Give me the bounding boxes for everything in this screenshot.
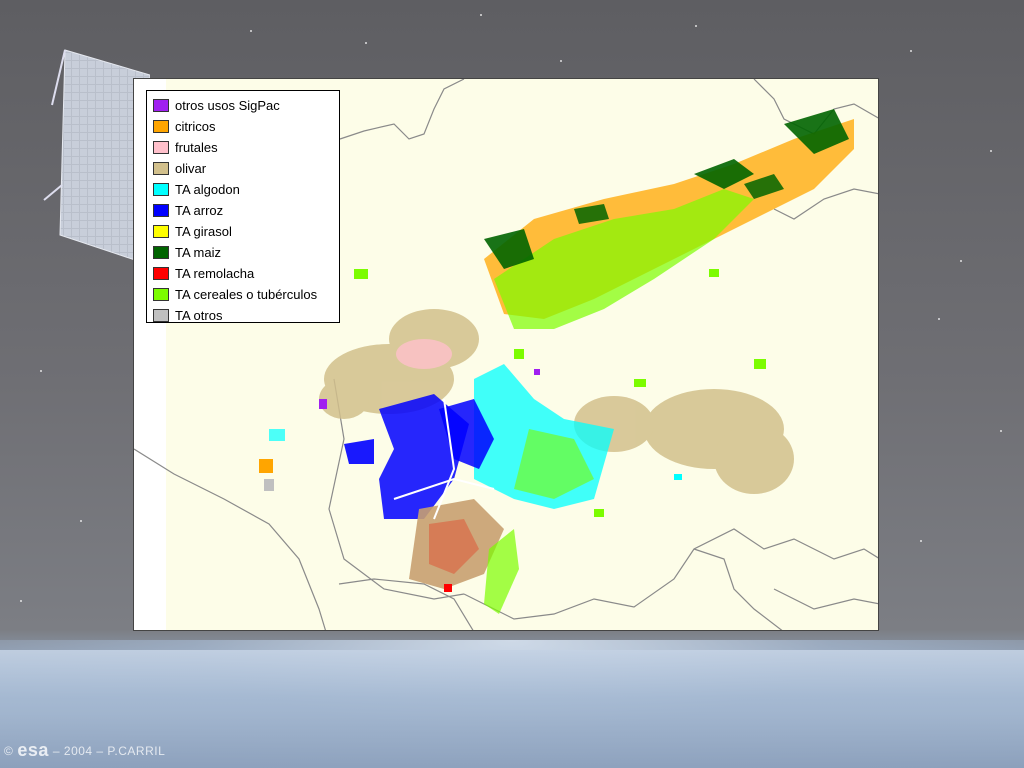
legend-label: citricos [175, 119, 216, 134]
legend-swatch [153, 267, 169, 280]
star [990, 150, 992, 152]
legend-label: TA algodon [175, 182, 240, 197]
legend-label: TA otros [175, 308, 223, 323]
frutales-areas [396, 339, 452, 369]
esa-logo: esa [17, 740, 49, 760]
star [960, 260, 962, 262]
star [560, 60, 562, 62]
esa-credit: © esa – 2004 – P.CARRIL [4, 740, 165, 761]
legend-swatch [153, 120, 169, 133]
legend-swatch [153, 162, 169, 175]
legend-item-frutales: frutales [153, 137, 339, 158]
legend-label: otros usos SigPac [175, 98, 280, 113]
star [1000, 430, 1002, 432]
star [40, 370, 42, 372]
legend-item-girasol: TA girasol [153, 221, 339, 242]
legend-item-algodon: TA algodon [153, 179, 339, 200]
legend-swatch [153, 309, 169, 322]
legend-swatch [153, 204, 169, 217]
star [938, 318, 940, 320]
legend-item-arroz: TA arroz [153, 200, 339, 221]
legend-label: frutales [175, 140, 218, 155]
legend-swatch [153, 225, 169, 238]
legend-label: TA arroz [175, 203, 224, 218]
star [480, 14, 482, 16]
star [80, 520, 82, 522]
legend-swatch [153, 246, 169, 259]
legend-swatch [153, 99, 169, 112]
legend-item-citricos: citricos [153, 116, 339, 137]
legend-item-otros-usos: otros usos SigPac [153, 95, 339, 116]
legend-swatch [153, 141, 169, 154]
copyright-symbol: © [4, 743, 14, 758]
legend-label: TA remolacha [175, 266, 255, 281]
star [20, 600, 22, 602]
northern-crop-band [484, 109, 854, 329]
legend-swatch [153, 288, 169, 301]
legend-item-remolacha: TA remolacha [153, 263, 339, 284]
legend-label: TA maiz [175, 245, 221, 260]
map-legend: otros usos SigPac citricos frutales oliv… [146, 90, 340, 323]
legend-label: olivar [175, 161, 207, 176]
star [695, 25, 697, 27]
land-use-map: otros usos SigPac citricos frutales oliv… [133, 78, 879, 631]
star [250, 30, 252, 32]
star [910, 50, 912, 52]
credit-text: – 2004 – P.CARRIL [52, 743, 166, 758]
star [920, 540, 922, 542]
slide-background: otros usos SigPac citricos frutales oliv… [0, 0, 1024, 768]
legend-swatch [153, 183, 169, 196]
legend-item-cereales: TA cereales o tubérculos [153, 284, 339, 305]
legend-label: TA cereales o tubérculos [175, 287, 318, 302]
legend-item-maiz: TA maiz [153, 242, 339, 263]
star [365, 42, 367, 44]
legend-label: TA girasol [175, 224, 232, 239]
legend-item-olivar: olivar [153, 158, 339, 179]
legend-item-otros: TA otros [153, 305, 339, 326]
